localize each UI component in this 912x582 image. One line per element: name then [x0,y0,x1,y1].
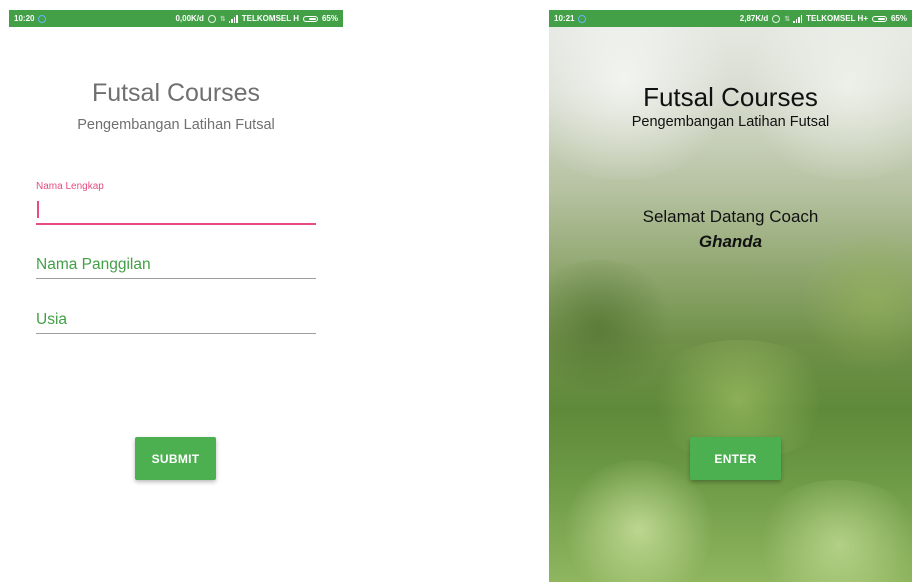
network-speed: 0,00K/d [175,14,204,23]
sync-icon [578,14,587,23]
coach-name: Ghanda [698,232,763,251]
age-input[interactable]: Usia [36,309,316,334]
nickname-input[interactable]: Nama Panggilan [36,254,316,279]
registration-screen: 10:20 0,00K/d ⇅ TELKOMSEL H 65% Futsal C… [9,10,343,582]
carrier-name: TELKOMSEL H+ [806,14,868,23]
welcome-screen: 10:21 2,87K/d ⇅ TELKOMSEL H+ 65% Futsal … [549,10,912,582]
enter-button[interactable]: ENTER [690,437,781,480]
submit-button[interactable]: SUBMIT [135,437,216,480]
carrier-name: TELKOMSEL H [241,14,299,23]
full-name-label: Nama Lengkap [36,181,104,192]
battery-icon [871,15,887,22]
battery-percent: 65% [890,14,907,23]
status-bar: 10:21 2,87K/d ⇅ TELKOMSEL H+ 65% [549,10,912,27]
data-arrows-icon: ⇅ [784,15,790,23]
data-arrows-icon: ⇅ [219,15,226,23]
signal-icon [793,14,803,23]
sync-icon [38,14,47,23]
alarm-icon [772,14,781,23]
status-time: 10:21 [554,14,575,23]
alarm-icon [207,14,216,23]
app-title: Futsal Courses [91,79,261,107]
status-bar: 10:20 0,00K/d ⇅ TELKOMSEL H 65% [9,10,343,27]
app-subtitle: Pengembangan Latihan Futsal [77,117,275,133]
battery-icon [302,15,318,22]
text-cursor [37,201,39,218]
status-time: 10:20 [14,14,35,23]
welcome-text: Selamat Datang Coach [642,207,819,226]
full-name-input[interactable] [36,198,316,225]
network-speed: 2,87K/d [739,14,769,23]
battery-percent: 65% [321,14,338,23]
signal-icon [228,14,238,23]
app-title: Futsal Courses [643,82,818,112]
app-subtitle: Pengembangan Latihan Futsal [631,114,830,130]
